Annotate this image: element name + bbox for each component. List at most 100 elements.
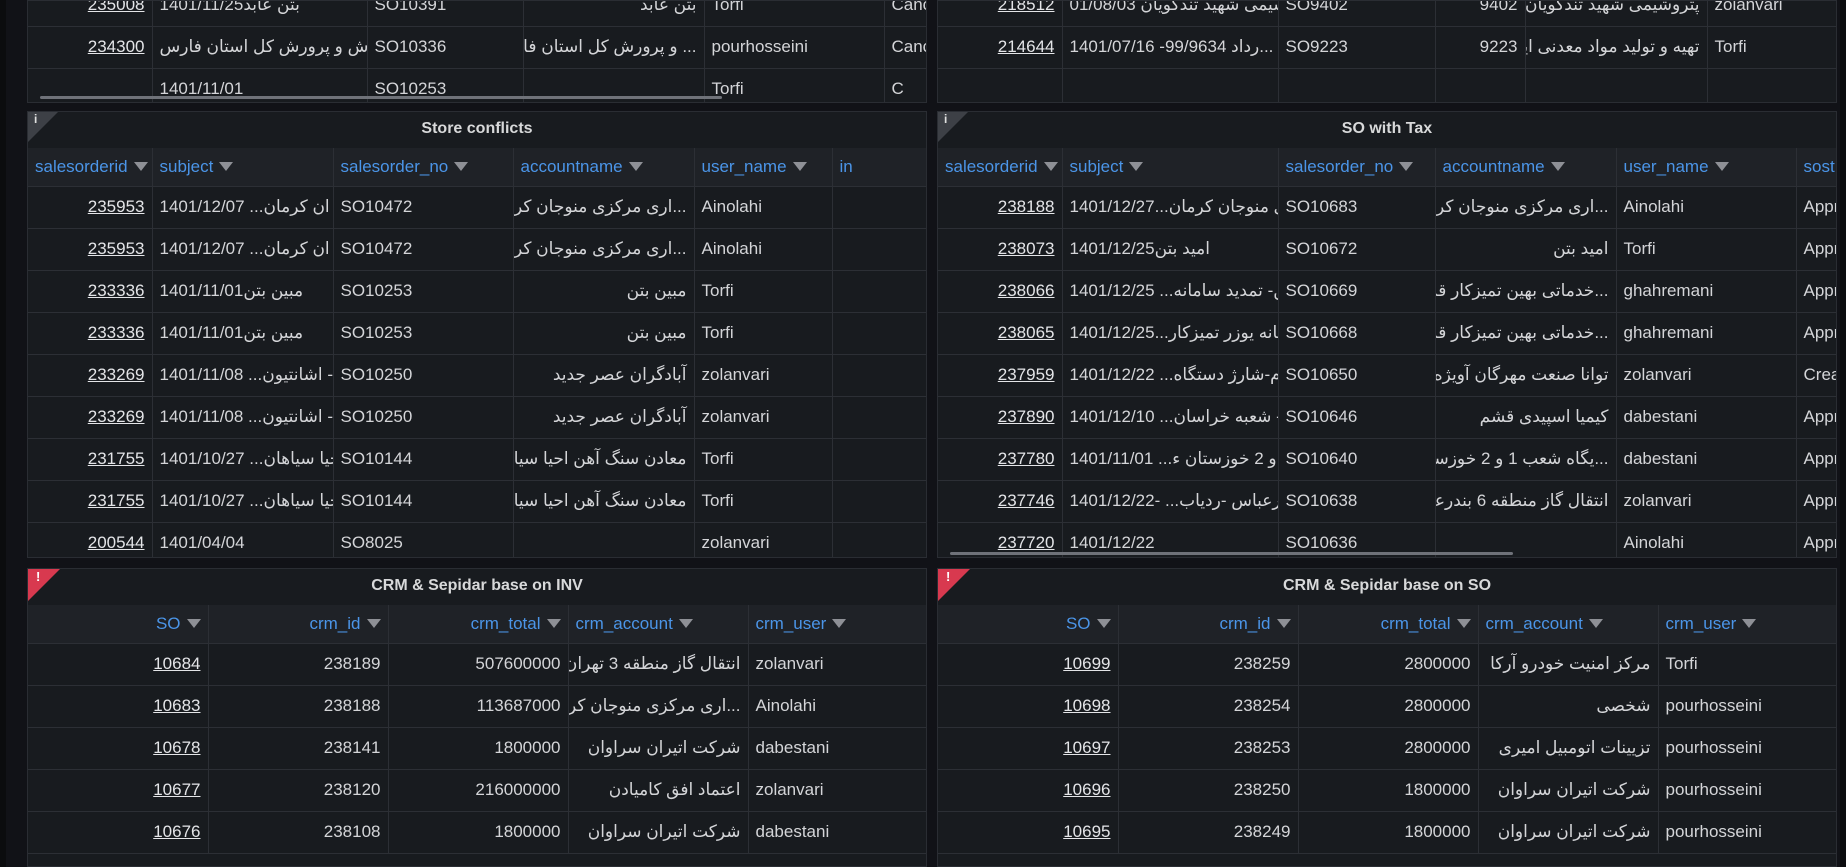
salesorderid-cell-link[interactable]: 238188 (998, 197, 1055, 216)
salesorderid-cell-link[interactable]: 200544 (88, 533, 145, 552)
salesorderid-cell[interactable]: 237890 (938, 396, 1063, 439)
column-header[interactable]: SO (28, 605, 209, 644)
salesorderid-cell[interactable]: 238073 (938, 228, 1063, 271)
column-header[interactable]: user_name (694, 148, 833, 187)
column-header[interactable]: subject (152, 148, 334, 187)
filter-icon[interactable] (628, 161, 643, 171)
table-row[interactable]: 214644 1401/07/16 -99/9634 رداد... SO9223 9… (938, 26, 1836, 69)
column-header[interactable]: accountname (1435, 148, 1617, 187)
filter-icon[interactable] (678, 618, 693, 628)
so-cell-link[interactable]: 10678 (153, 738, 200, 757)
salesorderid-cell-link[interactable]: 231755 (88, 449, 145, 468)
column-header[interactable]: salesorder_no (333, 148, 514, 187)
salesorderid-cell-link[interactable]: 231755 (88, 491, 145, 510)
salesorderid-cell-link[interactable]: 218512 (998, 1, 1055, 14)
filter-icon[interactable] (1096, 618, 1111, 628)
filter-icon[interactable] (1714, 161, 1729, 171)
salesorderid-cell-link[interactable]: 238066 (998, 281, 1055, 300)
column-header[interactable]: salesorderid (938, 148, 1063, 187)
so-cell[interactable]: 10684 (28, 643, 209, 686)
filter-icon[interactable] (186, 618, 201, 628)
so-cell[interactable]: 10683 (28, 685, 209, 728)
salesorderid-cell[interactable]: 233336 (28, 312, 153, 355)
salesorderid-cell-link[interactable]: 238073 (998, 239, 1055, 258)
salesorderid-cell-link[interactable]: 233336 (88, 281, 145, 300)
filter-icon[interactable] (133, 161, 148, 171)
salesorderid-cell[interactable]: 235953 (28, 186, 153, 229)
table-row[interactable]: 233336 1401/11/01مبین بتن SO10253 مبین بتن T… (28, 312, 926, 355)
salesorderid-cell-link[interactable]: 214644 (998, 37, 1055, 56)
salesorderid-cell-link[interactable]: 237746 (998, 491, 1055, 510)
filter-icon[interactable] (1456, 618, 1471, 628)
so-cell-link[interactable]: 10683 (153, 696, 200, 715)
salesorderid-cell[interactable]: 233269 (28, 396, 153, 439)
salesorderid-cell[interactable]: 235008 (28, 1, 153, 27)
so-cell[interactable]: 10676 (28, 811, 209, 854)
table-row[interactable]: 235953 1401/12/07 ...ان کرمان SO10472 ...ار… (28, 186, 926, 229)
table-row[interactable]: 238073 1401/12/25امید بتن SO10672 امید بتن T… (938, 228, 1836, 271)
table-row[interactable]: 233336 1401/11/01مبین بتن SO10253 مبین بتن T… (28, 270, 926, 313)
salesorderid-cell-link[interactable]: 233269 (88, 407, 145, 426)
so-cell[interactable]: 10699 (938, 643, 1119, 686)
table-row[interactable]: 237780 1401/11/01 ...و 2 خوزستان ء SO10640… (938, 438, 1836, 481)
filter-icon[interactable] (546, 618, 561, 628)
so-cell[interactable]: 10696 (938, 769, 1119, 812)
filter-icon[interactable] (366, 618, 381, 628)
salesorderid-cell[interactable]: 237746 (938, 480, 1063, 523)
table-row[interactable]: 231755 1401/10/27 ...حیا سیاهان SO10144 معا… (28, 480, 926, 523)
salesorderid-cell-link[interactable]: 235953 (88, 197, 145, 216)
so-cell[interactable]: 10677 (28, 769, 209, 812)
so-cell-link[interactable]: 10699 (1063, 654, 1110, 673)
salesorderid-cell-link[interactable]: 234300 (88, 37, 145, 56)
column-header[interactable]: crm_user (748, 605, 926, 644)
salesorderid-cell[interactable]: 237959 (938, 354, 1063, 397)
table-row[interactable]: 237746 1401/12/22- ...بندرعباس -ردیابSO10… (938, 480, 1836, 523)
filter-icon[interactable] (1588, 618, 1603, 628)
salesorderid-cell[interactable]: 234300 (28, 26, 153, 69)
table-row[interactable]: 10697 238253 2800000 تزیینات اتومبیل امیری p… (938, 727, 1836, 770)
salesorderid-cell-link[interactable]: 235008 (88, 1, 145, 14)
table-row[interactable]: 10683 238188 113687000 ...اری مرکزی منوجان … (28, 685, 926, 728)
table-row[interactable]: 10695 238249 1800000 شرکت اتیران سراوان pour… (938, 811, 1836, 854)
salesorderid-cell-link[interactable]: 237890 (998, 407, 1055, 426)
so-cell-link[interactable]: 10697 (1063, 738, 1110, 757)
column-header[interactable]: crm_total (388, 605, 569, 644)
column-header[interactable]: crm_total (1298, 605, 1479, 644)
salesorderid-cell-link[interactable]: 238065 (998, 323, 1055, 342)
filter-icon[interactable] (1276, 618, 1291, 628)
so-cell[interactable]: 10697 (938, 727, 1119, 770)
column-header[interactable]: salesorder_no (1278, 148, 1436, 187)
salesorderid-cell[interactable]: 218512 (938, 1, 1063, 27)
salesorderid-cell[interactable]: 235953 (28, 228, 153, 271)
table-row[interactable]: 10678 238141 1800000 شرکت اتیران سراوان dabe… (28, 727, 926, 770)
salesorderid-cell[interactable]: 231755 (28, 480, 153, 523)
horizontal-scrollbar[interactable] (40, 96, 722, 99)
column-header[interactable]: user_name (1616, 148, 1797, 187)
so-cell-link[interactable]: 10677 (153, 780, 200, 799)
so-cell[interactable]: 10678 (28, 727, 209, 770)
filter-icon[interactable] (1742, 618, 1757, 628)
salesorderid-cell-link[interactable]: 237720 (998, 533, 1055, 552)
column-header[interactable]: crm_id (1118, 605, 1299, 644)
salesorderid-cell[interactable]: 233269 (28, 354, 153, 397)
table-row[interactable]: 10699 238259 2800000 مرکز امنیت خودرو آرکا T… (938, 643, 1836, 686)
salesorderid-cell[interactable]: 231755 (28, 438, 153, 481)
table-row[interactable]: 10677 238120 216000000 اعتماد افق کامیادن zo… (28, 769, 926, 812)
table-row[interactable]: 218512 01/08/03 شیمی شهید تندگویان...SO94… (938, 1, 1836, 27)
table-row[interactable]: 200544 1401/04/04 SO8025 zolanvari (28, 522, 926, 557)
column-header[interactable]: crm_id (208, 605, 389, 644)
so-cell-link[interactable]: 10676 (153, 822, 200, 841)
salesorderid-cell[interactable]: 238065 (938, 312, 1063, 355)
column-header[interactable]: subject (1062, 148, 1279, 187)
table-row[interactable]: 235953 1401/12/07 ...ان کرمان SO10472 ...ار… (28, 228, 926, 271)
column-header[interactable]: SO (938, 605, 1119, 644)
so-cell[interactable]: 10698 (938, 685, 1119, 728)
salesorderid-cell-link[interactable]: 237959 (998, 365, 1055, 384)
column-header[interactable]: accountname (513, 148, 695, 187)
table-row[interactable]: 10684 238189 507600000 انتقال گاز منطقه 3 ت… (28, 643, 926, 686)
table-row[interactable]: 233269 1401/11/08 ...د- اشانتیون SO10250 آب… (28, 396, 926, 439)
column-header[interactable]: in (832, 148, 926, 187)
column-header[interactable]: sost (1796, 148, 1836, 187)
table-row[interactable]: 237890 1401/12/10 ...م - شعبه خراسانSO106… (938, 396, 1836, 439)
table-row[interactable]: 237959 1401/12/22 ...یلام-شارژ دستگاهSO10… (938, 354, 1836, 397)
